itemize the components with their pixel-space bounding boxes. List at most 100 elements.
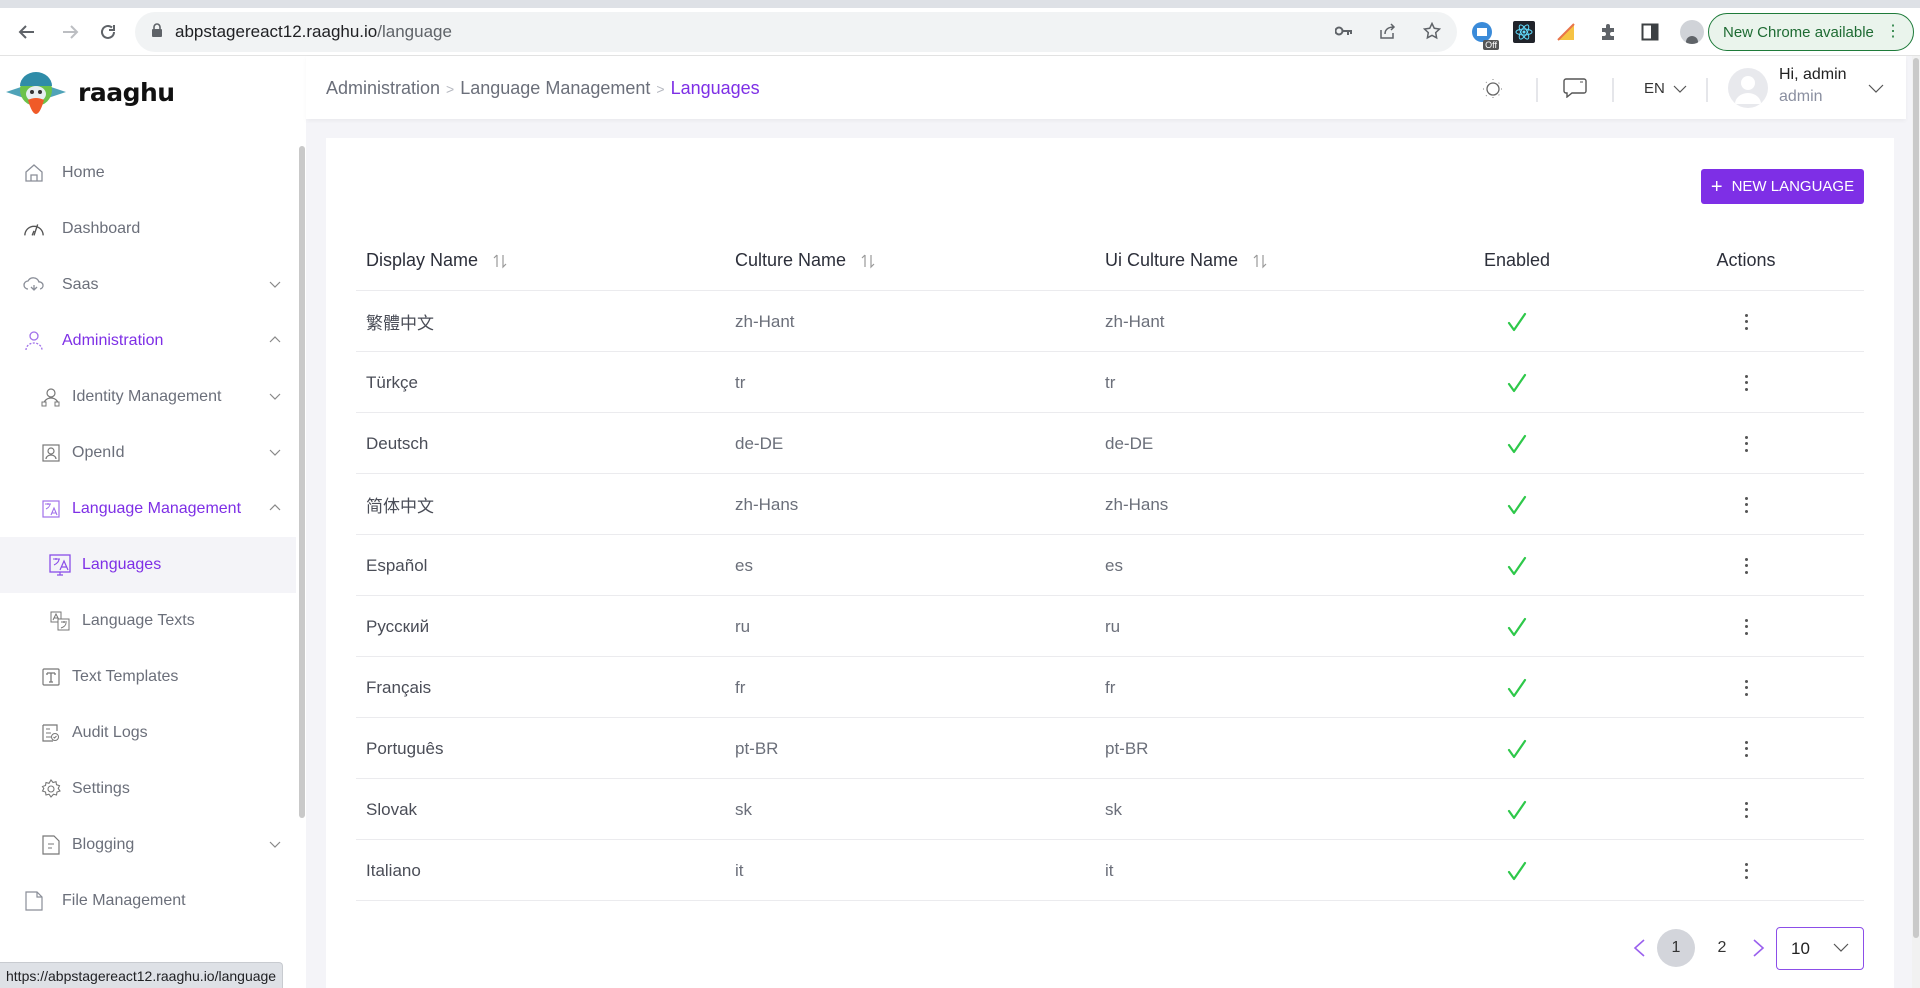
row-actions-kebab-icon[interactable]: [1743, 801, 1749, 818]
header-divider: [1706, 78, 1708, 102]
sidebar-item-file-management[interactable]: File Management: [0, 873, 296, 929]
page-size-select[interactable]: 10: [1776, 927, 1864, 970]
row-actions-kebab-icon[interactable]: [1743, 435, 1749, 452]
gauge-icon: [23, 218, 45, 240]
table-header-row: Display Name Culture Name Ui Culture Nam…: [356, 230, 1864, 291]
sidebar-item-administration[interactable]: Administration: [0, 313, 296, 369]
culture-name: zh-Hant: [735, 311, 795, 331]
cell-ui-culture-name: sk: [1105, 779, 1122, 840]
sidebar-item-language-texts[interactable]: Language Texts: [0, 593, 296, 649]
extension-blocker-icon[interactable]: Off: [1470, 20, 1499, 50]
chrome-menu-icon[interactable]: ⋮: [1885, 22, 1901, 42]
user-role: admin: [1779, 88, 1823, 105]
breadcrumb-separator: >: [656, 80, 665, 97]
check-icon: [1507, 739, 1527, 758]
chevron-up-icon[interactable]: [268, 333, 282, 347]
reload-button[interactable]: [90, 14, 126, 50]
sidebar-item-languages[interactable]: Languages: [0, 537, 296, 593]
page-2-button[interactable]: 2: [1703, 929, 1741, 967]
sort-icon[interactable]: [1252, 253, 1268, 269]
new-chrome-available-button[interactable]: New Chrome available ⋮: [1708, 13, 1914, 51]
cell-ui-culture-name: tr: [1105, 352, 1115, 413]
theme-toggle-sun-icon[interactable]: [1482, 78, 1504, 100]
column-header-culture-name[interactable]: Culture Name: [735, 230, 876, 291]
user-greeting[interactable]: Hi, admin: [1779, 66, 1847, 84]
sidebar-item-text-templates[interactable]: Text Templates: [0, 649, 296, 705]
cell-enabled: [1406, 474, 1628, 535]
admin-user-icon: [23, 330, 45, 352]
puzzle-extensions-icon[interactable]: [1596, 20, 1620, 44]
back-button[interactable]: [9, 14, 45, 50]
row-actions-kebab-icon[interactable]: [1743, 679, 1749, 696]
sidebar-item-language-management[interactable]: Language Management: [0, 481, 296, 537]
column-header-ui-culture-name[interactable]: Ui Culture Name: [1105, 230, 1268, 291]
key-icon[interactable]: [1333, 20, 1355, 42]
sidebar-item-saas[interactable]: Saas: [0, 257, 296, 313]
language-code: EN: [1644, 80, 1665, 97]
sidebar-item-identity-management[interactable]: Identity Management: [0, 369, 296, 425]
bookmark-star-icon[interactable]: [1421, 20, 1443, 42]
sidebar-item-blogging[interactable]: Blogging: [0, 817, 296, 873]
color-extension-icon[interactable]: [1554, 20, 1578, 44]
chevron-down-icon[interactable]: [268, 277, 282, 291]
openid-icon: [40, 442, 62, 464]
previous-page-icon[interactable]: [1632, 938, 1646, 958]
next-page-icon[interactable]: [1752, 938, 1766, 958]
table-row: Русский ru ru: [356, 596, 1864, 657]
plus-icon: +: [1710, 175, 1723, 198]
forward-button[interactable]: [52, 14, 88, 50]
row-actions-kebab-icon[interactable]: [1743, 862, 1749, 879]
sidebar-item-settings[interactable]: Settings: [0, 761, 296, 817]
sidebar-item-dashboard[interactable]: Dashboard: [0, 201, 296, 257]
sort-icon[interactable]: [860, 253, 876, 269]
breadcrumb-item-administration[interactable]: Administration: [326, 78, 440, 99]
user-menu-chevron-icon[interactable]: [1868, 81, 1884, 95]
sidebar-item-label: Dashboard: [62, 220, 141, 237]
page-size-value: 10: [1791, 938, 1810, 958]
chevron-down-icon[interactable]: [268, 389, 282, 403]
language-selector[interactable]: EN: [1644, 80, 1687, 97]
page-scrollbar[interactable]: [1912, 56, 1920, 988]
column-header-display-name[interactable]: Display Name: [366, 230, 508, 291]
chrome-profile-icon[interactable]: [1680, 20, 1704, 44]
row-actions-kebab-icon[interactable]: [1743, 557, 1749, 574]
share-icon[interactable]: [1377, 20, 1399, 42]
sort-icon[interactable]: [492, 253, 508, 269]
breadcrumb-item-language-management[interactable]: Language Management: [460, 78, 650, 99]
row-actions-kebab-icon[interactable]: [1743, 618, 1749, 635]
sidebar-item-home[interactable]: Home: [0, 145, 296, 201]
column-header-enabled: Enabled: [1406, 230, 1628, 291]
brand-logo[interactable]: raaghu: [4, 68, 175, 116]
react-devtools-icon[interactable]: [1512, 20, 1536, 44]
row-actions-kebab-icon[interactable]: [1743, 374, 1749, 391]
chevron-down-icon[interactable]: [268, 837, 282, 851]
table-row: Español es es: [356, 535, 1864, 596]
cell-culture-name: fr: [735, 657, 745, 718]
column-label: Display Name: [366, 250, 479, 270]
ui-culture-name: it: [1105, 860, 1114, 880]
page-1-button[interactable]: 1: [1657, 929, 1695, 967]
row-actions-kebab-icon[interactable]: [1743, 496, 1749, 513]
row-actions-kebab-icon[interactable]: [1743, 313, 1749, 330]
sidebar-scrollbar[interactable]: [299, 146, 305, 818]
sidebar-item-label: Language Texts: [82, 612, 195, 629]
text-template-icon: [40, 666, 62, 688]
check-icon: [1507, 495, 1527, 514]
chevron-down-icon[interactable]: [268, 445, 282, 459]
check-icon: [1507, 434, 1527, 453]
chevron-up-icon[interactable]: [268, 501, 282, 515]
user-avatar[interactable]: [1728, 68, 1768, 108]
address-bar[interactable]: abpstagereact12.raaghu.io/language: [135, 12, 1457, 52]
sidebar-item-audit-logs[interactable]: Audit Logs: [0, 705, 296, 761]
breadcrumb: Administration > Language Management > L…: [326, 78, 760, 99]
row-actions-kebab-icon[interactable]: [1743, 740, 1749, 757]
sidebar-nav: Home Dashboard Saas Administration Ident…: [0, 145, 296, 929]
chat-icon[interactable]: [1563, 78, 1587, 98]
cell-culture-name: sk: [735, 779, 752, 840]
new-language-button[interactable]: + NEW LANGUAGE: [1701, 169, 1864, 204]
cell-display-name: Türkçe: [366, 352, 418, 413]
side-panel-icon[interactable]: [1638, 20, 1662, 44]
sidebar-item-openid[interactable]: OpenId: [0, 425, 296, 481]
cell-actions: [1628, 413, 1864, 474]
cloud-icon: [23, 274, 45, 296]
